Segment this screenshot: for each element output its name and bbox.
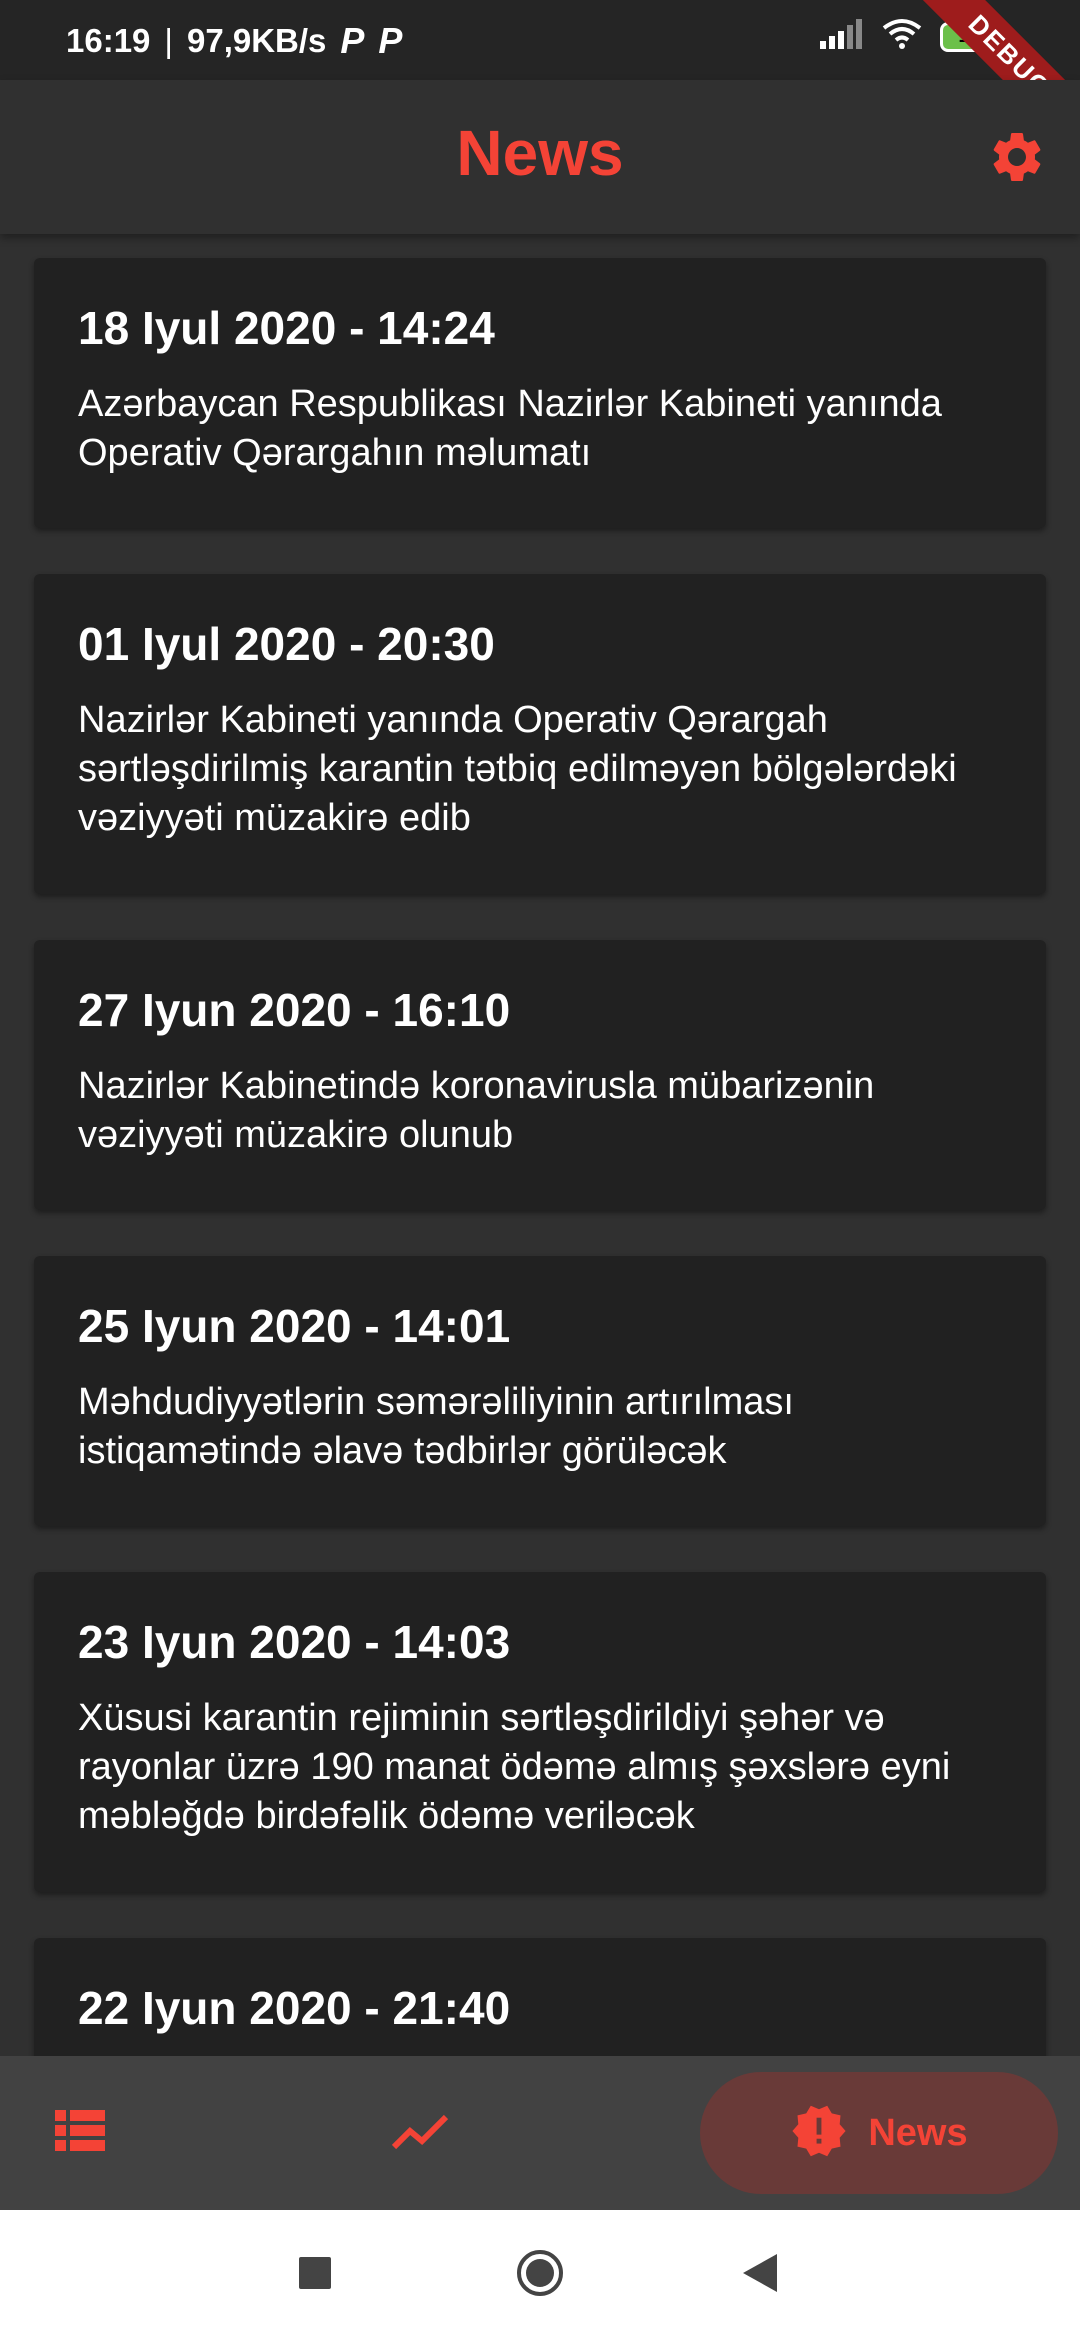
- news-date: 22 Iyun 2020 - 21:40: [78, 1982, 511, 2034]
- app-bar: News: [0, 80, 1080, 234]
- trending-up-icon: [390, 2111, 450, 2156]
- news-text: Nazirlər Kabinetində koronavirusla mübar…: [78, 1065, 875, 1156]
- back-triangle-icon: [743, 2253, 777, 2297]
- news-card[interactable]: 01 Iyul 2020 - 20:30 Nazirlər Kabineti y…: [34, 574, 1046, 894]
- news-card[interactable]: 27 Iyun 2020 - 16:10 Nazirlər Kabinetind…: [34, 940, 1046, 1210]
- news-text: Nazirlər Kabineti yanında Operativ Qərar…: [78, 699, 957, 839]
- network-speed: 97,9KB/s: [186, 22, 327, 59]
- signal-icon: [820, 19, 864, 54]
- status-left: 16:19 | 97,9KB/s P P: [66, 20, 402, 62]
- app-root: 16:19 | 97,9KB/s P P DEBUG News 18 Iyul …: [0, 0, 1080, 2340]
- news-text: Xüsusi karantin rejiminin sərtləşdirildi…: [78, 1697, 951, 1837]
- status-time: 16:19: [66, 22, 151, 59]
- nav-item-statistics[interactable]: [340, 2056, 500, 2210]
- news-card[interactable]: 25 Iyun 2020 - 14:01 Məhdudiyyətlərin sə…: [34, 1256, 1046, 1526]
- news-date: 27 Iyun 2020 - 16:10: [78, 984, 511, 1036]
- news-date: 18 Iyul 2020 - 14:24: [78, 302, 495, 354]
- notification-p-icon: P: [378, 20, 403, 61]
- news-date: 01 Iyul 2020 - 20:30: [78, 618, 495, 670]
- news-card[interactable]: 22 Iyun 2020 - 21:40: [34, 1938, 1046, 2056]
- settings-button[interactable]: [982, 124, 1052, 194]
- wifi-icon: [882, 18, 922, 55]
- news-list[interactable]: 18 Iyul 2020 - 14:24 Azərbaycan Respubli…: [0, 234, 1080, 2056]
- list-icon: [55, 2109, 105, 2157]
- system-navigation-bar: [0, 2210, 1080, 2340]
- news-date: 25 Iyun 2020 - 14:01: [78, 1300, 511, 1352]
- recents-square-icon: [299, 2256, 331, 2294]
- home-button[interactable]: [480, 2210, 600, 2340]
- status-bar: 16:19 | 97,9KB/s P P DEBUG: [0, 0, 1080, 164]
- back-button[interactable]: [700, 2210, 820, 2340]
- home-circle-icon: [515, 2248, 565, 2303]
- nav-item-list[interactable]: [0, 2056, 160, 2210]
- news-card[interactable]: 18 Iyul 2020 - 14:24 Azərbaycan Respubli…: [34, 258, 1046, 528]
- page-title: News: [456, 117, 624, 189]
- news-text: Məhdudiyyətlərin səmərəliliyinin artırıl…: [78, 1381, 794, 1472]
- news-alert-icon: [790, 2102, 848, 2165]
- status-separator: |: [164, 22, 173, 59]
- news-card[interactable]: 23 Iyun 2020 - 14:03 Xüsusi karantin rej…: [34, 1572, 1046, 1892]
- notification-p-icon: P: [340, 20, 365, 61]
- gear-icon: [987, 127, 1047, 192]
- bottom-navigation: News: [0, 2056, 1080, 2210]
- nav-item-news-label: News: [868, 2111, 968, 2154]
- news-text: Azərbaycan Respublikası Nazirlər Kabinet…: [78, 383, 942, 474]
- news-date: 23 Iyun 2020 - 14:03: [78, 1616, 511, 1668]
- recents-button[interactable]: [255, 2210, 375, 2340]
- nav-item-news[interactable]: News: [700, 2072, 1058, 2194]
